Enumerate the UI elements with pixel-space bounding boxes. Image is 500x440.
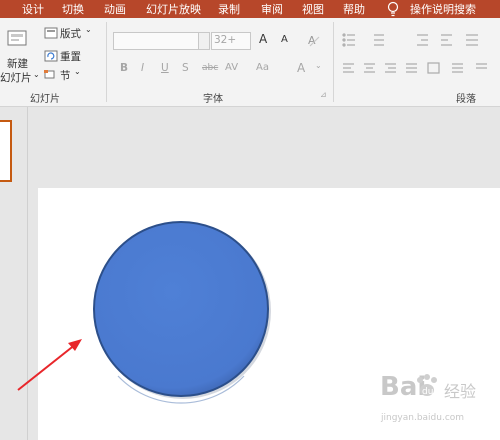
section-icon[interactable] [44,69,58,81]
change-case-button[interactable]: Aa [256,62,269,73]
circle-shape[interactable] [93,221,269,397]
new-slide-label-1[interactable]: 新建 [7,56,28,71]
tell-me-search[interactable]: 操作说明搜索 [410,1,476,17]
layout-icon[interactable] [44,27,58,39]
paragraph-group-label: 段落 [456,94,476,105]
group-divider [333,22,334,102]
tab-slideshow[interactable]: 幻灯片放映 [146,1,201,17]
italic-button[interactable]: I [141,62,144,74]
svg-text:du: du [422,387,433,397]
reset-button[interactable]: 重置 [60,49,81,64]
group-divider [106,22,107,102]
clear-formatting-icon[interactable]: A [307,33,321,47]
font-color-dropdown-icon[interactable]: ⌄ [315,61,322,70]
new-slide-icon[interactable] [5,26,29,50]
tab-design[interactable]: 设计 [22,1,44,17]
font-color-button[interactable]: A [297,61,305,75]
font-dialog-launcher-icon[interactable]: ⊿ [320,90,327,99]
new-slide-dropdown-icon[interactable]: ⌄ [33,70,40,79]
paragraph-alignment-icons[interactable] [342,62,500,76]
strikethrough-button[interactable]: abc [202,63,218,73]
editor-area: Bai du 经验 jingyan.baidu.com [0,107,500,440]
font-name-box[interactable] [113,32,209,50]
tab-animations[interactable]: 动画 [104,1,126,17]
section-dropdown-icon[interactable]: ⌄ [74,67,81,76]
slide-drawing [93,221,271,404]
reset-icon[interactable] [44,50,58,62]
tab-review[interactable]: 审阅 [261,1,283,17]
slide-canvas[interactable]: Bai du 经验 jingyan.baidu.com [38,188,500,440]
watermark-url: jingyan.baidu.com [381,413,465,423]
underline-button[interactable]: U [161,62,169,74]
char-spacing-button[interactable]: AV [225,62,238,73]
layout-dropdown-icon[interactable]: ⌄ [85,25,92,34]
tab-record[interactable]: 录制 [218,1,240,17]
shadow-button[interactable]: S [182,62,189,74]
ribbon-tab-bar: 设计 切换 动画 幻灯片放映 录制 审阅 视图 帮助 操作说明搜索 [0,0,500,18]
grow-font-button[interactable]: A [259,32,267,46]
bold-button[interactable]: B [120,62,128,74]
font-group-label: 字体 [203,94,223,105]
shrink-font-button[interactable]: A [281,34,288,45]
font-size-box[interactable]: 32+ [211,32,251,50]
font-name-dropdown[interactable] [198,32,210,50]
slides-group-label: 幻灯片 [30,94,60,105]
font-size-value: 32+ [214,34,237,46]
watermark-brand-suffix: 经验 [444,382,477,401]
layout-button[interactable]: 版式 [60,26,81,41]
tab-help[interactable]: 帮助 [343,1,365,17]
tab-view[interactable]: 视图 [302,1,324,17]
annotation-arrow [17,339,82,391]
ribbon: 新建 幻灯片 ⌄ 版式 ⌄ 重置 节 ⌄ 幻灯片 32+ A A A B I U… [0,18,500,107]
lightbulb-icon [387,1,399,17]
tab-transitions[interactable]: 切换 [62,1,84,17]
paragraph-top-row-icons[interactable] [342,32,500,48]
new-slide-label-2[interactable]: 幻灯片 [0,70,32,85]
paw-icon: du [417,374,437,397]
section-button[interactable]: 节 [60,68,71,83]
